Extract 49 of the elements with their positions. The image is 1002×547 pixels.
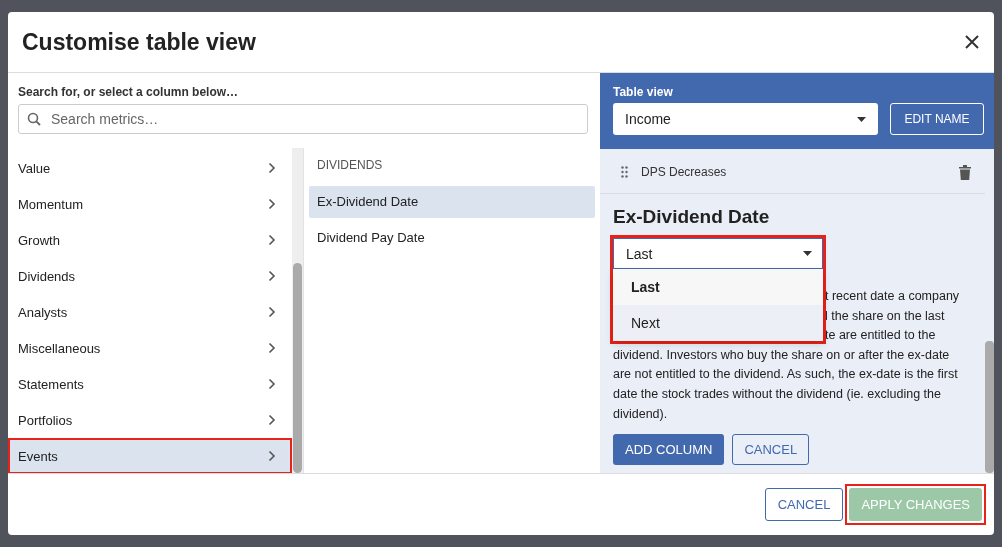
metric-item[interactable]: Ex-Dividend Date: [309, 186, 595, 218]
chevron-right-icon: [268, 378, 276, 390]
scrollbar-thumb[interactable]: [293, 263, 302, 473]
description-text: dividend).: [613, 406, 668, 421]
dropdown-option[interactable]: Last: [613, 269, 823, 305]
table-view-select[interactable]: Income: [613, 103, 878, 135]
drag-handle-icon[interactable]: [621, 166, 628, 178]
caret-icon: [857, 116, 866, 122]
chevron-right-icon: [268, 234, 276, 246]
description-text: te are entitled to the: [825, 328, 936, 343]
metric-title: Ex-Dividend Date: [613, 206, 771, 228]
chevron-right-icon: [268, 162, 276, 174]
column-name: DPS Decreases: [641, 165, 728, 179]
description-text: dividend. Investors who buy the share on or after the ex-date: [613, 347, 950, 362]
search-field[interactable]: Search metrics…: [18, 104, 588, 134]
category-item[interactable]: Value: [8, 150, 292, 186]
description-text: are not entitled to the dividend. As such, the ex-date is the first: [613, 367, 958, 382]
dialog-title: Customise table view: [22, 28, 256, 56]
dropdown-select[interactable]: Last: [613, 238, 823, 269]
chevron-right-icon: [268, 450, 276, 462]
cancel-button[interactable]: CANCEL: [764, 488, 844, 521]
chevron-right-icon: [268, 198, 276, 210]
description-text: l the share on the last: [825, 308, 945, 323]
chevron-right-icon: [268, 306, 276, 318]
edit-name-button[interactable]: EDIT NAME: [890, 103, 984, 135]
category-item[interactable]: Events: [8, 438, 292, 474]
chevron-right-icon: [268, 414, 276, 426]
chevron-right-icon: [268, 270, 276, 282]
category-item[interactable]: Dividends: [8, 258, 292, 294]
table-view-label: Table view: [613, 85, 674, 99]
add-column-button[interactable]: ADD COLUMN: [613, 434, 725, 466]
metric-item[interactable]: Dividend Pay Date: [309, 222, 595, 254]
trash-icon[interactable]: [959, 164, 971, 180]
close-icon[interactable]: [964, 34, 980, 50]
dropdown-option[interactable]: Next: [613, 305, 823, 341]
section-heading: DIVIDENDS: [316, 158, 384, 174]
category-item[interactable]: Statements: [8, 366, 292, 402]
cancel-button[interactable]: CANCEL: [732, 434, 810, 466]
caret-icon: [803, 251, 812, 256]
chevron-right-icon: [268, 342, 276, 354]
search-label: Search for, or select a column below…: [18, 85, 240, 99]
search-icon: [27, 112, 41, 126]
category-item[interactable]: Analysts: [8, 294, 292, 330]
category-item[interactable]: Portfolios: [8, 402, 292, 438]
category-item[interactable]: Miscellaneous: [8, 330, 292, 366]
category-item[interactable]: Growth: [8, 222, 292, 258]
scrollbar-thumb[interactable]: [985, 341, 994, 473]
description-text: date the stock trades without the dividend (ie. excluding the: [613, 386, 941, 401]
category-item[interactable]: Momentum: [8, 186, 292, 222]
